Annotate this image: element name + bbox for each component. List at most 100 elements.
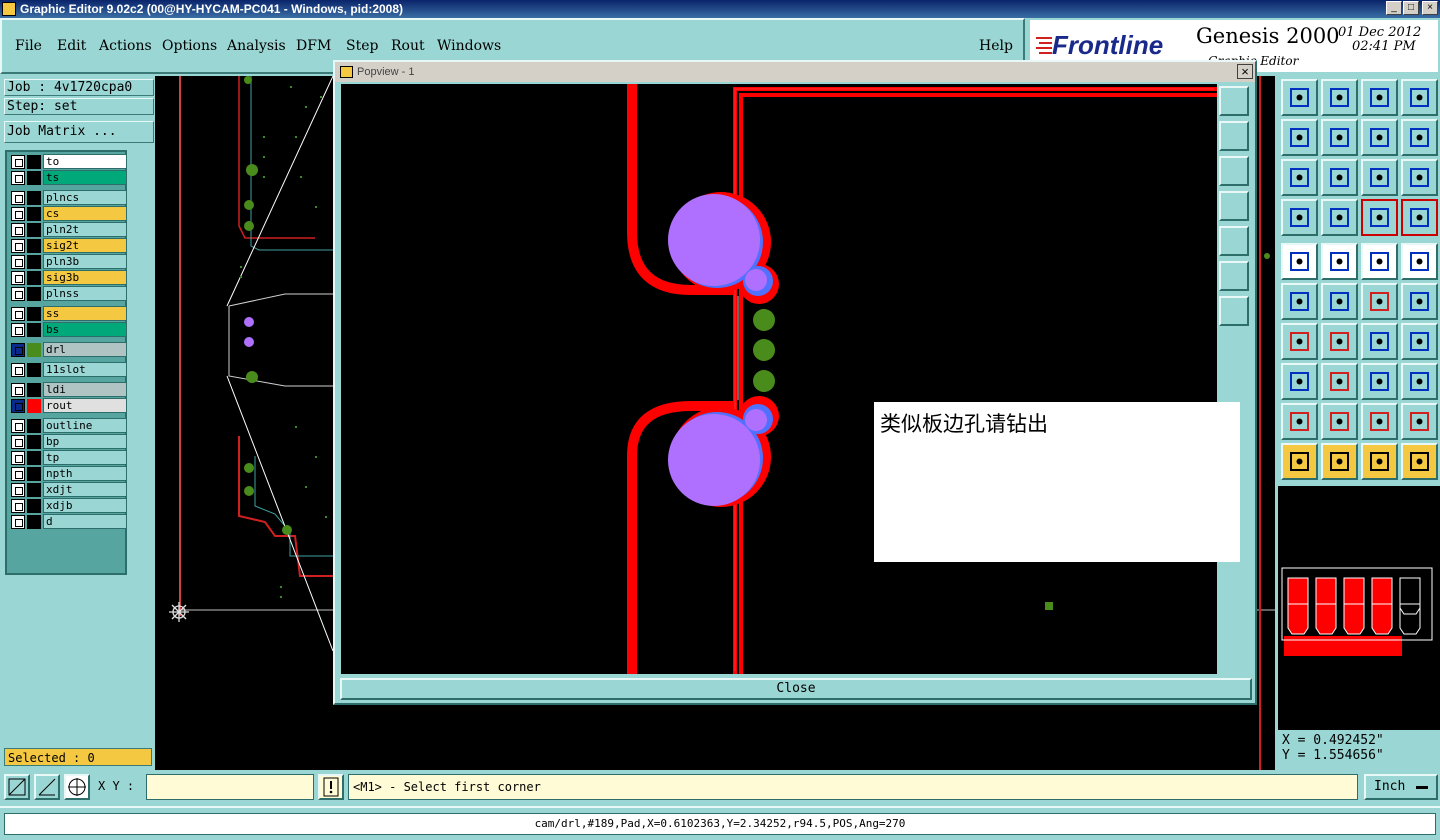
- popview-pan-left-button[interactable]: [1219, 191, 1249, 221]
- layer-name[interactable]: ss: [43, 306, 127, 321]
- mirror-button[interactable]: [1401, 119, 1438, 156]
- layer-name[interactable]: sig2t: [43, 238, 127, 253]
- popview-close-button[interactable]: Close: [340, 678, 1252, 700]
- layer-name[interactable]: ts: [43, 170, 127, 185]
- layer-checkbox[interactable]: [11, 255, 25, 269]
- popview-pan-right-button[interactable]: [1219, 226, 1249, 256]
- layer-checkbox[interactable]: [11, 223, 25, 237]
- popview-close-icon[interactable]: ×: [1237, 64, 1253, 79]
- maximize-button[interactable]: □: [1403, 1, 1419, 15]
- menu-rout[interactable]: Rout: [391, 38, 425, 54]
- layer-name[interactable]: ldi: [43, 382, 127, 397]
- layer-checkbox[interactable]: [11, 155, 25, 169]
- triangle-alt-button[interactable]: [1321, 403, 1358, 440]
- help-button[interactable]: [1401, 159, 1438, 196]
- popview-fit-button[interactable]: [1219, 261, 1249, 291]
- select-pointer-button[interactable]: [1281, 443, 1318, 480]
- minimize-button[interactable]: _: [1386, 1, 1402, 15]
- layer-name[interactable]: sig3b: [43, 270, 127, 285]
- layer-row-bp[interactable]: bp: [9, 434, 127, 449]
- line-angle-button[interactable]: [1281, 323, 1318, 360]
- layer-name[interactable]: bp: [43, 434, 127, 449]
- popview-zoom-home-button[interactable]: [1219, 86, 1249, 116]
- layer-checkbox[interactable]: [11, 483, 25, 497]
- text-f-button[interactable]: [1401, 323, 1438, 360]
- delete-node-button[interactable]: [1321, 283, 1358, 320]
- menu-options[interactable]: Options: [162, 38, 217, 54]
- layer-compare-alt-button[interactable]: [1401, 199, 1438, 236]
- menu-windows[interactable]: Windows: [437, 38, 501, 54]
- measure-box-button[interactable]: [1361, 363, 1398, 400]
- layer-name[interactable]: drl: [43, 342, 127, 357]
- layer-checkbox[interactable]: [11, 171, 25, 185]
- home-up-button[interactable]: [1281, 79, 1318, 116]
- mini-map[interactable]: [1278, 486, 1440, 730]
- layer-row-ldi[interactable]: ldi: [9, 382, 127, 397]
- layer-checkbox[interactable]: [11, 271, 25, 285]
- units-select[interactable]: Inch: [1364, 774, 1438, 800]
- menu-help[interactable]: Help: [979, 38, 1013, 54]
- layer-row-outline[interactable]: outline: [9, 418, 127, 433]
- arch-alt-button[interactable]: [1401, 403, 1438, 440]
- layer-row-plnss[interactable]: plnss: [9, 286, 127, 301]
- layer-checkbox[interactable]: [11, 239, 25, 253]
- layer-checkbox[interactable]: [11, 207, 25, 221]
- alert-button[interactable]: [318, 774, 344, 800]
- measure-button[interactable]: [34, 774, 60, 800]
- layer-row-ts[interactable]: ts: [9, 170, 127, 185]
- layer-name[interactable]: outline: [43, 418, 127, 433]
- popview-canvas[interactable]: [341, 84, 1217, 674]
- scale-1to2-button[interactable]: [1361, 159, 1398, 196]
- popview-zoom-in-button[interactable]: [1219, 121, 1249, 151]
- layer-checkbox[interactable]: [11, 363, 25, 377]
- layer-name[interactable]: to: [43, 154, 127, 169]
- layer-row-d[interactable]: d: [9, 514, 127, 529]
- menu-analysis[interactable]: Analysis: [227, 38, 286, 54]
- layer-row-drl[interactable]: drl: [9, 342, 127, 357]
- layer-name[interactable]: plnss: [43, 286, 127, 301]
- layer-row-sig3b[interactable]: sig3b: [9, 270, 127, 285]
- layer-name[interactable]: tp: [43, 450, 127, 465]
- layer-name[interactable]: bs: [43, 322, 127, 337]
- layer-name[interactable]: d: [43, 514, 127, 529]
- triangle-button[interactable]: [1281, 403, 1318, 440]
- ruler-button[interactable]: [1361, 243, 1398, 280]
- select-pad-button[interactable]: [1361, 443, 1398, 480]
- layer-checkbox[interactable]: [11, 419, 25, 433]
- layer-row-11slot[interactable]: 11slot: [9, 362, 127, 377]
- draw-shape-button[interactable]: [1321, 243, 1358, 280]
- layer-name[interactable]: plncs: [43, 190, 127, 205]
- snap-grid-button[interactable]: [64, 774, 90, 800]
- layer-checkbox[interactable]: [11, 515, 25, 529]
- layer-checkbox[interactable]: [11, 435, 25, 449]
- zoom-box-button[interactable]: [4, 774, 30, 800]
- layer-row-tp[interactable]: tp: [9, 450, 127, 465]
- layer-row-cs[interactable]: cs: [9, 206, 127, 221]
- layer-name[interactable]: pln3b: [43, 254, 127, 269]
- menu-step[interactable]: Step: [346, 38, 378, 54]
- layer-row-rout[interactable]: rout: [9, 398, 127, 413]
- arc-button[interactable]: [1361, 323, 1398, 360]
- zoom-fit-button[interactable]: [1281, 159, 1318, 196]
- tools-button[interactable]: [1281, 199, 1318, 236]
- group-button[interactable]: [1401, 363, 1438, 400]
- menu-dfm[interactable]: DFM: [296, 38, 331, 54]
- fill-pad-button[interactable]: [1281, 243, 1318, 280]
- layer-row-xdjb[interactable]: xdjb: [9, 498, 127, 513]
- popview-center-button[interactable]: [1219, 296, 1249, 326]
- window-split-button[interactable]: [1401, 79, 1438, 116]
- menu-edit[interactable]: Edit: [57, 38, 86, 54]
- layer-name[interactable]: rout: [43, 398, 127, 413]
- layer-row-npth[interactable]: npth: [9, 466, 127, 481]
- layer-name[interactable]: cs: [43, 206, 127, 221]
- rotate-button[interactable]: [1361, 119, 1398, 156]
- layer-row-pln3b[interactable]: pln3b: [9, 254, 127, 269]
- pad-line-button[interactable]: [1361, 283, 1398, 320]
- grid-button[interactable]: [1321, 199, 1358, 236]
- line-draw-button[interactable]: [1321, 323, 1358, 360]
- close-window-button[interactable]: ×: [1422, 1, 1438, 15]
- pan-right-button[interactable]: [1321, 119, 1358, 156]
- select-box-button[interactable]: [1321, 443, 1358, 480]
- layer-compare-button[interactable]: [1361, 199, 1398, 236]
- layer-checkbox[interactable]: [11, 383, 25, 397]
